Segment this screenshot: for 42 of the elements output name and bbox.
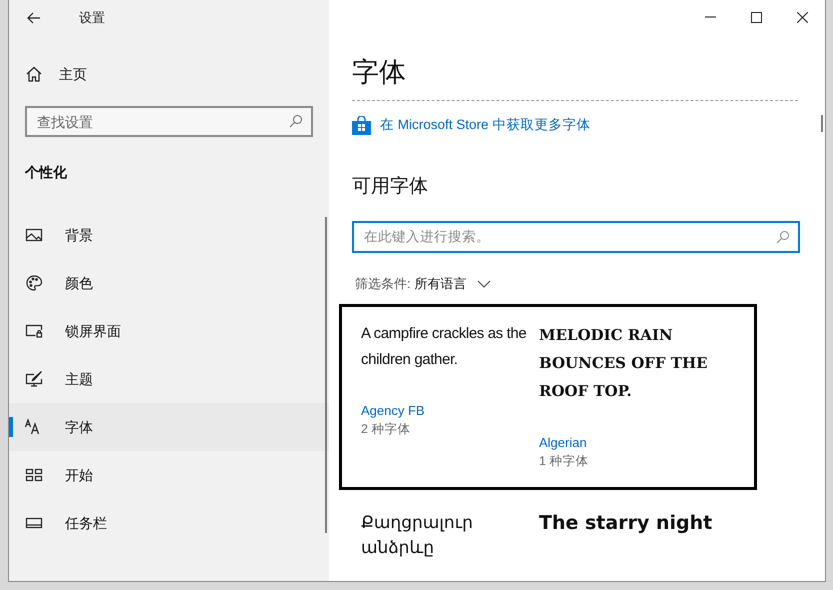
font-sample: The starry night bbox=[539, 511, 714, 536]
font-search-field[interactable]: 在此键入进行搜索。 bbox=[352, 220, 800, 253]
settings-search-field[interactable]: 查找设置 bbox=[25, 106, 313, 137]
home-icon bbox=[26, 66, 42, 82]
home-nav-item[interactable]: 主页 bbox=[9, 56, 329, 92]
palette-icon bbox=[25, 274, 43, 292]
font-name-link[interactable]: Agency FB bbox=[361, 402, 425, 420]
minimize-icon bbox=[704, 16, 716, 18]
filter-dropdown[interactable]: 筛选条件: 所有语言 bbox=[355, 274, 491, 294]
page-title: 字体 bbox=[352, 56, 406, 89]
store-link[interactable]: 在 Microsoft Store 中获取更多字体 bbox=[352, 115, 590, 136]
font-count: 1 种字体 bbox=[539, 453, 588, 470]
font-sample: Քաղցրալուր անձրևը bbox=[361, 512, 474, 560]
section-heading: 可用字体 bbox=[352, 175, 428, 200]
window-title: 设置 bbox=[79, 9, 105, 28]
picture-icon bbox=[25, 226, 43, 244]
font-name-link[interactable]: Algerian bbox=[539, 434, 587, 452]
tiles-icon bbox=[25, 466, 43, 484]
nav-item[interactable]: 任务栏 bbox=[9, 499, 329, 547]
section-heading: 个性化 bbox=[24, 163, 68, 182]
search-icon bbox=[776, 230, 790, 244]
nav-item[interactable]: 开始 bbox=[9, 451, 329, 499]
lock-screen-icon bbox=[25, 322, 43, 340]
back-arrow-icon bbox=[27, 12, 41, 24]
search-icon bbox=[289, 114, 303, 128]
close-icon bbox=[796, 12, 808, 22]
font-count: 2 种字体 bbox=[361, 421, 410, 438]
font-sample: MELODIC RAIN BOUNCES OFF THE ROOF TOP. bbox=[539, 325, 709, 402]
scrollbar-thumb[interactable] bbox=[821, 115, 823, 132]
nav-item[interactable]: 颜色 bbox=[9, 259, 329, 307]
theme-brush-icon bbox=[25, 370, 43, 388]
selection-indicator bbox=[9, 417, 13, 437]
maximize-icon bbox=[750, 12, 762, 22]
nav-item[interactable]: 背景 bbox=[9, 211, 329, 259]
chevron-down-icon bbox=[476, 280, 491, 288]
font-group-card[interactable]: A campfire crackles as the children gather. Agency FB 2 种字体 MELODIC RAIN BOUNCES OFF THE ROOF TOP. Algerian 1 种字体 bbox=[339, 304, 757, 490]
scrollbar-thumb[interactable] bbox=[325, 217, 327, 533]
nav-item[interactable]: 锁屏界面 bbox=[9, 307, 329, 355]
shopping-bag-icon bbox=[352, 116, 371, 135]
nav-item[interactable]: 字体 bbox=[9, 403, 329, 451]
font-sample: A campfire crackles as the children gather. bbox=[361, 324, 528, 370]
nav-item[interactable]: 主题 bbox=[9, 355, 329, 403]
